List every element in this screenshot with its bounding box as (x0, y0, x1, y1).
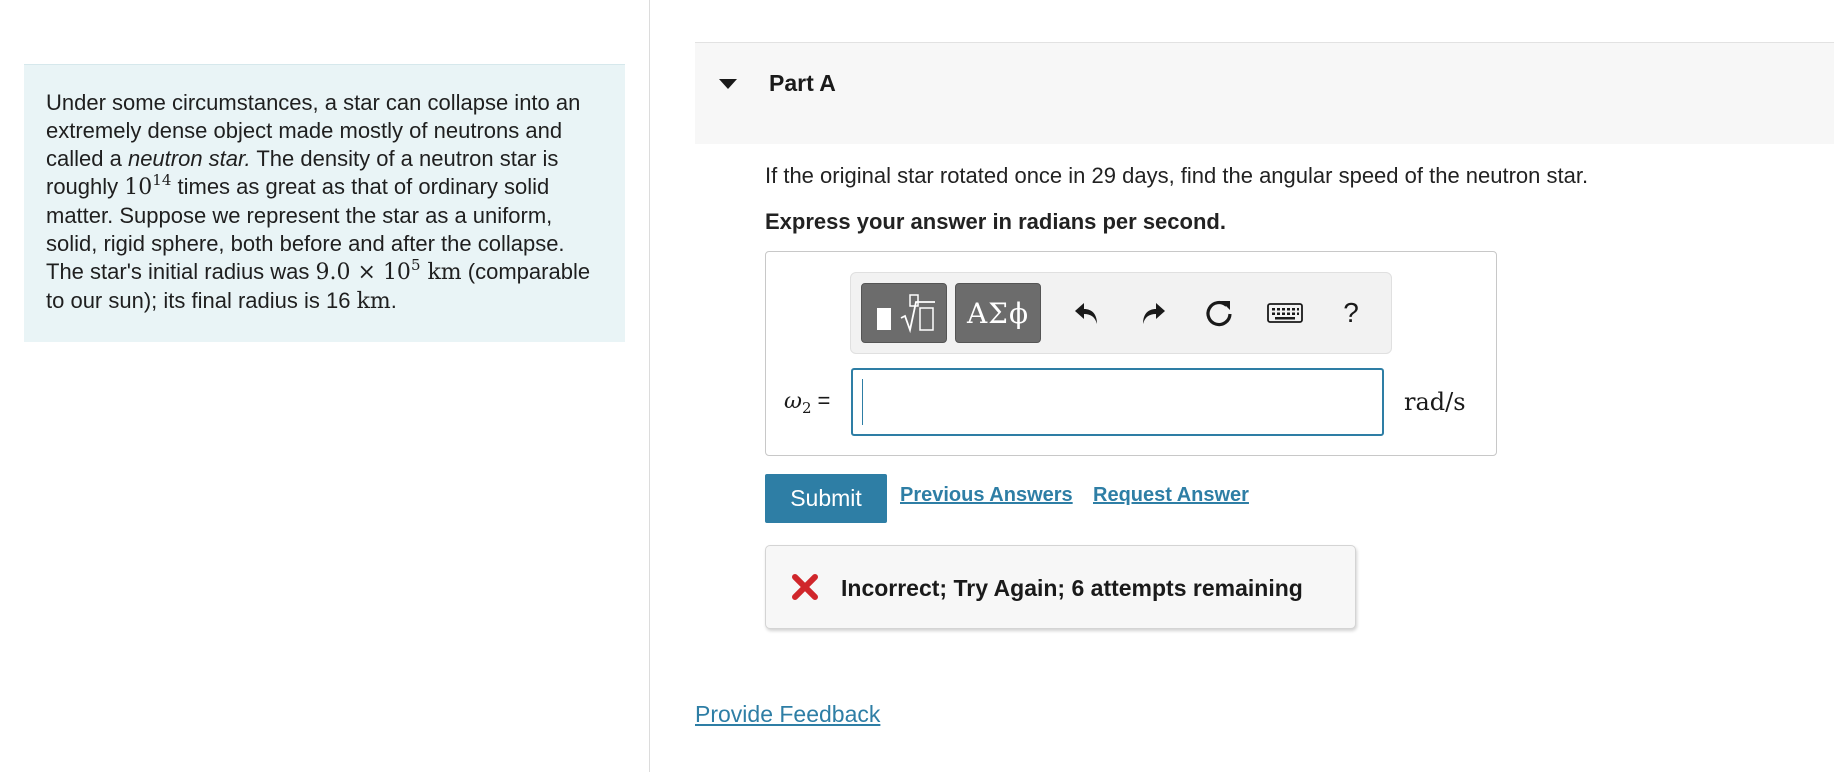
text-cursor (862, 379, 863, 425)
answer-unit: rad/s (1404, 388, 1466, 416)
reset-icon (1206, 300, 1232, 327)
omega-subscript: 2 (801, 399, 812, 417)
keyboard-button[interactable] (1265, 293, 1305, 333)
help-button[interactable]: ? (1331, 293, 1371, 333)
initial-radius-unit: km (420, 260, 462, 285)
templates-icon (877, 294, 935, 334)
collapse-caret-icon[interactable] (719, 79, 737, 89)
answer-input[interactable] (851, 368, 1384, 436)
column-divider (649, 0, 650, 772)
answer-box: ΑΣϕ ? ω2 = rad/s (765, 251, 1497, 456)
x-icon (792, 574, 818, 600)
intro-term-neutron-star: neutron star. (127, 146, 251, 171)
request-answer-link[interactable]: Request Answer (1093, 484, 1249, 507)
answer-instruction: Express your answer in radians per secon… (765, 209, 1226, 234)
equals-sign: = (817, 388, 831, 413)
redo-icon (1143, 303, 1165, 324)
undo-icon (1075, 303, 1097, 324)
templates-button[interactable] (861, 283, 947, 343)
reset-button[interactable] (1199, 293, 1239, 333)
feedback-alert: Incorrect; Try Again; 6 attempts remaini… (765, 545, 1356, 629)
greek-symbols-button[interactable]: ΑΣϕ (955, 283, 1041, 343)
math-toolbar: ΑΣϕ ? (850, 272, 1392, 354)
omega-symbol: ω (784, 389, 802, 414)
undo-button[interactable] (1067, 293, 1107, 333)
redo-button[interactable] (1133, 293, 1173, 333)
density-base: 10 (124, 175, 153, 200)
part-a-header[interactable]: Part A (695, 42, 1834, 144)
answer-variable-label: ω2 = (784, 388, 830, 417)
greek-symbols-icon: ΑΣϕ (966, 296, 1030, 330)
problem-intro: Under some circumstances, a star can col… (24, 64, 625, 342)
question-text: If the original star rotated once in 29 … (765, 163, 1589, 188)
submit-button[interactable]: Submit (765, 474, 887, 523)
feedback-message: Incorrect; Try Again; 6 attempts remaini… (841, 575, 1303, 601)
initial-radius-mantissa: 9.0 × 10 (315, 260, 411, 285)
problem-text: Under some circumstances, a star can col… (46, 89, 603, 316)
final-radius-unit: km (356, 289, 391, 314)
intro-text-5: . (390, 288, 397, 313)
previous-answers-link[interactable]: Previous Answers (900, 484, 1073, 507)
keyboard-icon (1267, 303, 1303, 323)
density-exponent: 14 (152, 171, 172, 189)
part-title: Part A (769, 70, 836, 96)
provide-feedback-link[interactable]: Provide Feedback (695, 701, 880, 728)
help-icon: ? (1343, 297, 1359, 328)
